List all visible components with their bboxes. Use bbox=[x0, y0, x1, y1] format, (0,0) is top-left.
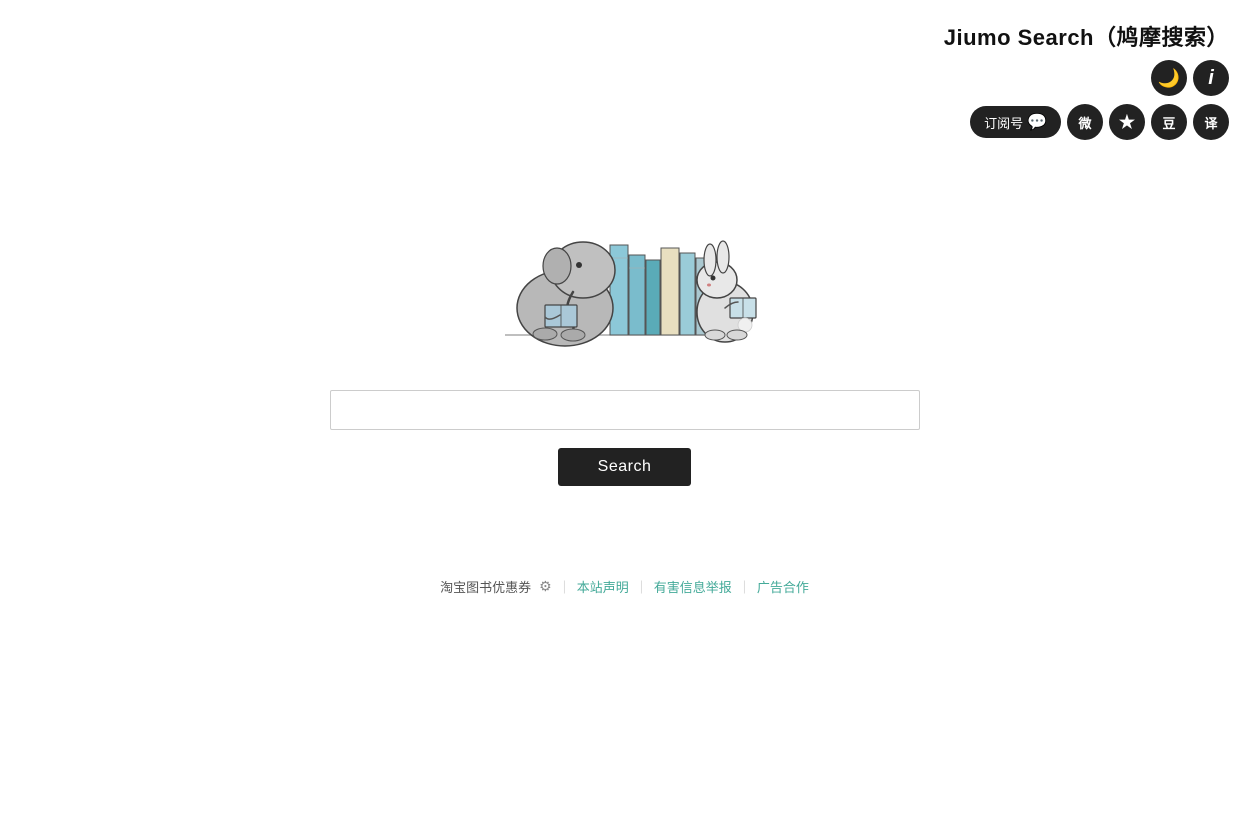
subscribe-button[interactable]: 订阅号 💬 bbox=[970, 106, 1061, 138]
cooperation-link[interactable]: 广告合作 bbox=[757, 577, 809, 596]
gear-icon: ⚙ bbox=[539, 578, 552, 595]
taobao-link[interactable]: 淘宝图书优惠券 bbox=[440, 577, 531, 596]
search-button[interactable]: Search bbox=[558, 448, 692, 486]
site-title: Jiumo Search（鸠摩搜索） bbox=[944, 20, 1229, 52]
separator2: ｜ bbox=[635, 577, 648, 596]
weibo-icon[interactable]: 微 bbox=[1067, 104, 1103, 140]
header: Jiumo Search（鸠摩搜索） 🌙 i 订阅号 💬 微 ★ 豆 译 bbox=[944, 20, 1229, 140]
douban-icon[interactable]: 豆 bbox=[1151, 104, 1187, 140]
search-input[interactable] bbox=[330, 390, 920, 430]
translate-icon[interactable]: 译 bbox=[1193, 104, 1229, 140]
separator1: ｜ bbox=[558, 577, 571, 596]
separator3: ｜ bbox=[738, 577, 751, 596]
star-icon[interactable]: ★ bbox=[1109, 104, 1145, 140]
footer: 淘宝图书优惠券 ⚙ ｜ 本站声明 ｜ 有害信息举报 ｜ 广告合作 bbox=[0, 577, 1249, 596]
site-statement-link[interactable]: 本站声明 bbox=[577, 577, 629, 596]
moon-icon[interactable]: 🌙 bbox=[1151, 60, 1187, 96]
wechat-icon: 💬 bbox=[1027, 112, 1047, 132]
icon-row-top: 🌙 i bbox=[1151, 60, 1229, 96]
info-icon[interactable]: i bbox=[1193, 60, 1229, 96]
illustration bbox=[445, 160, 805, 350]
report-link[interactable]: 有害信息举报 bbox=[654, 577, 732, 596]
icon-row-bottom: 订阅号 💬 微 ★ 豆 译 bbox=[970, 104, 1229, 140]
main-content: Search bbox=[0, 160, 1249, 486]
subscribe-label: 订阅号 bbox=[984, 113, 1023, 132]
